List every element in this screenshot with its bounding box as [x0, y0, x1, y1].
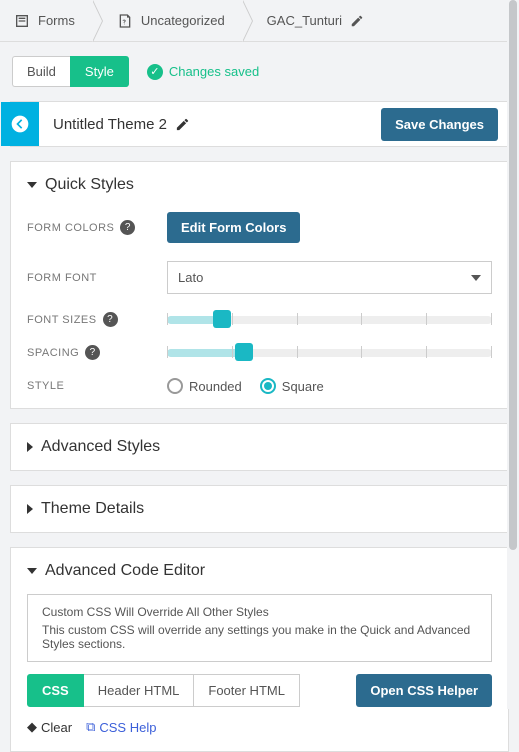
code-tabs: CSS Header HTML Footer HTML Open CSS Hel… — [27, 674, 492, 707]
radio-rounded[interactable]: Rounded — [167, 378, 242, 394]
breadcrumb-current[interactable]: GAC_Tunturi — [243, 0, 382, 41]
font-sizes-slider[interactable] — [167, 315, 492, 325]
clear-link[interactable]: ◆ Clear — [27, 719, 72, 735]
diamond-icon: ◆ — [27, 719, 37, 735]
theme-details-panel: Theme Details — [10, 485, 509, 533]
advanced-code-panel: Advanced Code Editor Custom CSS Will Ove… — [10, 547, 509, 752]
chevron-left-icon — [10, 114, 30, 134]
advanced-styles-header[interactable]: Advanced Styles — [27, 438, 492, 456]
scrollbar-thumb[interactable] — [509, 0, 517, 550]
font-sizes-label: FONT SIZES ? — [27, 312, 167, 327]
spacing-slider[interactable] — [167, 348, 492, 358]
form-icon — [14, 13, 30, 29]
radio-icon — [167, 378, 183, 394]
breadcrumb-uncategorized[interactable]: Uncategorized — [93, 0, 243, 41]
theme-title-text: Untitled Theme 2 — [53, 116, 167, 133]
breadcrumb-uncategorized-label: Uncategorized — [141, 13, 225, 28]
caret-right-icon — [27, 504, 33, 514]
font-select-value: Lato — [178, 270, 203, 285]
title-bar: Untitled Theme 2 Save Changes — [10, 101, 509, 147]
slider-thumb[interactable] — [213, 310, 231, 328]
override-note: Custom CSS Will Override All Other Style… — [27, 594, 492, 662]
open-css-helper-button[interactable]: Open CSS Helper — [356, 674, 492, 707]
form-colors-label: FORM COLORS ? — [27, 220, 167, 235]
advanced-styles-heading: Advanced Styles — [41, 438, 160, 456]
css-help-link[interactable]: ⧉ CSS Help — [86, 719, 156, 735]
radio-square[interactable]: Square — [260, 378, 324, 394]
save-changes-button[interactable]: Save Changes — [381, 108, 498, 141]
breadcrumb-current-label: GAC_Tunturi — [267, 13, 342, 28]
advanced-code-header[interactable]: Advanced Code Editor — [27, 562, 492, 580]
spacing-label: SPACING ? — [27, 345, 167, 360]
form-font-label: FORM FONT — [27, 272, 167, 284]
advanced-code-heading: Advanced Code Editor — [45, 562, 205, 580]
breadcrumb: Forms Uncategorized GAC_Tunturi — [0, 0, 519, 42]
chevron-down-icon — [471, 275, 481, 281]
tab-css[interactable]: CSS — [27, 674, 84, 707]
help-icon[interactable]: ? — [120, 220, 135, 235]
checkmark-icon: ✓ — [147, 64, 163, 80]
advanced-styles-panel: Advanced Styles — [10, 423, 509, 471]
code-bottom-links: ◆ Clear ⧉ CSS Help — [27, 719, 492, 735]
quick-styles-heading: Quick Styles — [45, 176, 134, 194]
tab-build[interactable]: Build — [12, 56, 70, 87]
pencil-icon[interactable] — [350, 14, 364, 28]
changes-saved-label: Changes saved — [169, 64, 259, 79]
theme-title[interactable]: Untitled Theme 2 — [39, 116, 381, 133]
tab-style[interactable]: Style — [70, 56, 129, 87]
radio-icon — [260, 378, 276, 394]
theme-details-header[interactable]: Theme Details — [27, 500, 492, 518]
override-note-body: This custom CSS will override any settin… — [42, 623, 477, 651]
edit-form-colors-button[interactable]: Edit Form Colors — [167, 212, 300, 243]
breadcrumb-forms-label: Forms — [38, 13, 75, 28]
tab-header-html[interactable]: Header HTML — [84, 674, 195, 707]
slider-thumb[interactable] — [235, 343, 253, 361]
back-button[interactable] — [1, 102, 39, 146]
font-select[interactable]: Lato — [167, 261, 492, 294]
breadcrumb-forms[interactable]: Forms — [0, 0, 93, 41]
help-icon[interactable]: ? — [103, 312, 118, 327]
quick-styles-header[interactable]: Quick Styles — [27, 176, 492, 194]
caret-down-icon — [27, 568, 37, 574]
changes-saved-indicator: ✓ Changes saved — [147, 64, 259, 80]
quick-styles-panel: Quick Styles FORM COLORS ? Edit Form Col… — [10, 161, 509, 409]
caret-down-icon — [27, 182, 37, 188]
caret-right-icon — [27, 442, 33, 452]
theme-details-heading: Theme Details — [41, 500, 144, 518]
question-file-icon — [117, 13, 133, 29]
tab-footer-html[interactable]: Footer HTML — [194, 674, 300, 707]
style-radio-group: Rounded Square — [167, 378, 324, 394]
mode-tabs: Build Style ✓ Changes saved — [0, 42, 519, 101]
style-label: STYLE — [27, 380, 167, 392]
help-icon[interactable]: ? — [85, 345, 100, 360]
pencil-icon[interactable] — [175, 117, 190, 132]
override-note-title: Custom CSS Will Override All Other Style… — [42, 605, 477, 619]
copy-icon: ⧉ — [86, 719, 95, 735]
scrollbar[interactable] — [507, 0, 519, 709]
